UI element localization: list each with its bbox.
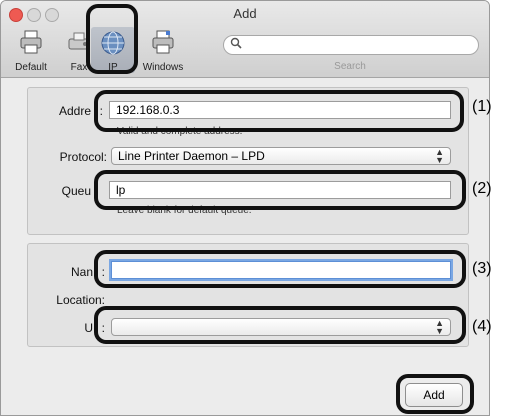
callout-frame-2 — [94, 170, 466, 210]
protocol-label: Protocol: — [59, 150, 107, 164]
search-icon — [230, 37, 242, 52]
callout-label-1: (1) — [472, 98, 492, 115]
callout-label-2: (2) — [472, 180, 492, 197]
location-label: Location: — [56, 293, 105, 307]
protocol-select[interactable]: Line Printer Daemon – LPD ▲ ▼ — [111, 147, 451, 165]
callout-ip-frame — [86, 4, 138, 74]
window-title: Add — [233, 6, 257, 21]
toolbar-default[interactable]: Default — [5, 27, 57, 73]
search-input[interactable] — [223, 35, 479, 55]
use-label: U — [84, 321, 93, 335]
callout-label-4: (4) — [472, 318, 492, 335]
callout-frame-1 — [94, 90, 464, 132]
protocol-value: Line Printer Daemon – LPD — [118, 149, 265, 163]
windows-printer-icon — [150, 29, 176, 60]
callout-frame-4 — [94, 306, 466, 344]
toolbar-default-label: Default — [15, 62, 47, 73]
toolbar-windows-label: Windows — [142, 62, 184, 73]
callout-add-frame — [396, 374, 474, 414]
stepper-arrows-icon: ▲ ▼ — [435, 147, 444, 165]
callout-frame-3 — [94, 250, 466, 288]
name-label: Nan — [70, 265, 93, 279]
printer-icon — [18, 29, 44, 60]
titlebar: Add Default Fax IP Windows Search — [1, 1, 489, 78]
address-label: Addre — [58, 104, 91, 118]
search-label: Search — [334, 61, 366, 72]
queue-label: Queu — [61, 184, 91, 198]
toolbar-windows[interactable]: Windows — [133, 27, 193, 73]
callout-label-3: (3) — [472, 260, 492, 277]
